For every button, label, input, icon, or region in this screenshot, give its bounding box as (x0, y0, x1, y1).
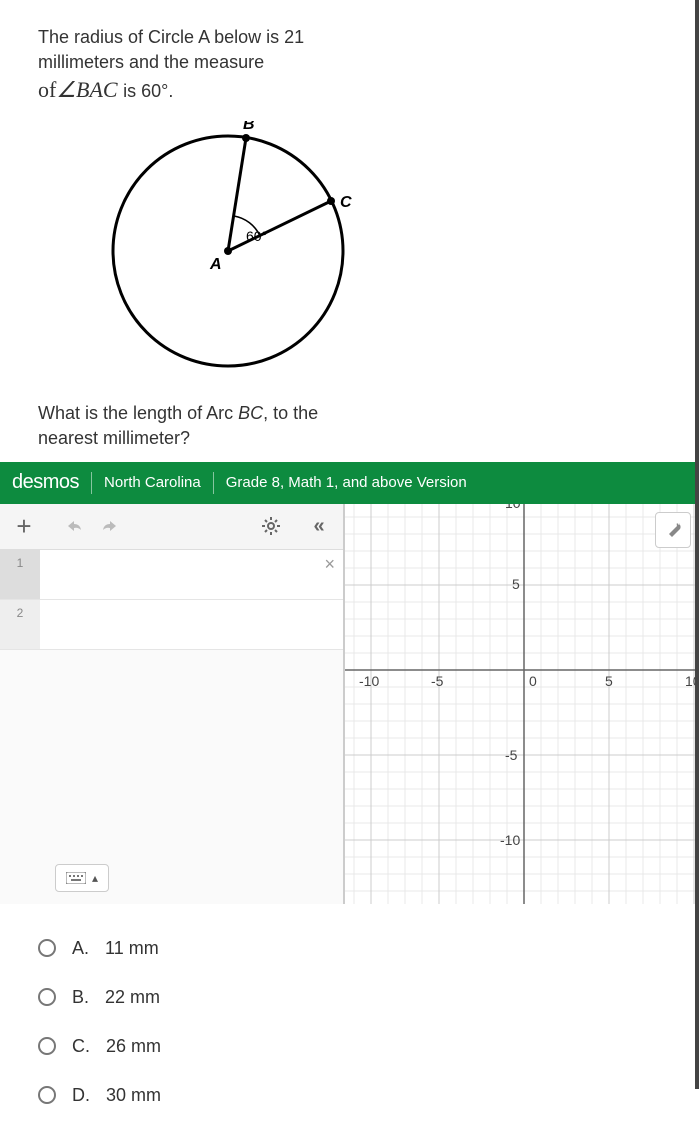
svg-text:-10: -10 (359, 673, 379, 689)
expression-panel: + « 1 × 2 (0, 504, 345, 904)
followup3: nearest millimeter? (38, 428, 190, 448)
row-number: 2 (0, 600, 40, 649)
svg-text:-5: -5 (431, 673, 444, 689)
svg-text:0: 0 (529, 673, 537, 689)
add-expression-button[interactable]: + (0, 503, 48, 549)
angle-suffix: is 60°. (123, 81, 173, 101)
desmos-version: Grade 8, Math 1, and above Version (226, 474, 467, 491)
undo-button[interactable] (56, 503, 92, 549)
followup-bc: BC (238, 403, 263, 423)
radio-icon (38, 1037, 56, 1055)
graph-settings-button[interactable] (655, 512, 691, 548)
chevron-up-icon: ▴ (92, 871, 98, 885)
keyboard-toggle-button[interactable]: ▴ (55, 864, 109, 892)
graph-panel[interactable]: 10 5 -5 -10 -10 -5 0 5 10 (345, 504, 699, 904)
desmos-header: desmos North Carolina Grade 8, Math 1, a… (0, 462, 699, 504)
radio-icon (38, 939, 56, 957)
expression-row[interactable]: 2 (0, 600, 343, 650)
followup2: , to the (263, 403, 318, 423)
answer-choices: A. 11 mm B. 22 mm C. 26 mm D. 30 mm (0, 904, 699, 1140)
question-line1: The radius of Circle A below is 21 (38, 27, 304, 47)
settings-button[interactable] (247, 503, 295, 549)
desmos-region: North Carolina (104, 474, 201, 491)
svg-text:-5: -5 (505, 747, 518, 763)
diagram-label-c: C (340, 194, 352, 211)
expression-toolbar: + « (0, 504, 343, 550)
desmos-logo: desmos (12, 471, 79, 494)
answer-letter: A. (72, 938, 89, 959)
answer-choice-a[interactable]: A. 11 mm (38, 924, 661, 973)
answer-letter: C. (72, 1036, 90, 1057)
keyboard-icon (66, 872, 86, 884)
answer-text: 11 mm (105, 938, 159, 959)
redo-button[interactable] (92, 503, 128, 549)
coordinate-grid: 10 5 -5 -10 -10 -5 0 5 10 (345, 504, 699, 904)
question-line2: millimeters and the measure (38, 52, 264, 72)
right-edge-bar (695, 0, 699, 1089)
svg-text:-10: -10 (500, 832, 520, 848)
followup1: What is the length of Arc (38, 403, 238, 423)
clear-row-button[interactable]: × (324, 554, 335, 575)
question-stem: The radius of Circle A below is 21 milli… (0, 0, 699, 462)
calculator: + « 1 × 2 (0, 504, 699, 904)
wrench-icon (664, 521, 682, 539)
circle-diagram: B C A 60° (98, 121, 661, 386)
row-number: 1 (0, 550, 40, 599)
answer-text: 22 mm (105, 987, 160, 1008)
expression-row[interactable]: 1 × (0, 550, 343, 600)
svg-text:10: 10 (505, 504, 521, 511)
collapse-panel-button[interactable]: « (295, 503, 343, 549)
answer-letter: D. (72, 1085, 90, 1106)
svg-text:5: 5 (605, 673, 613, 689)
answer-text: 30 mm (106, 1085, 161, 1106)
answer-choice-b[interactable]: B. 22 mm (38, 973, 661, 1022)
answer-text: 26 mm (106, 1036, 161, 1057)
angle-prefix: of (38, 77, 56, 102)
answer-choice-c[interactable]: C. 26 mm (38, 1022, 661, 1071)
svg-text:5: 5 (512, 576, 520, 592)
radio-icon (38, 988, 56, 1006)
diagram-angle-label: 60° (246, 228, 267, 244)
diagram-label-a: A (209, 256, 222, 273)
diagram-label-b: B (243, 121, 255, 133)
answer-choice-d[interactable]: D. 30 mm (38, 1071, 661, 1120)
angle-symbol: ∠BAC (56, 77, 117, 102)
answer-letter: B. (72, 987, 89, 1008)
